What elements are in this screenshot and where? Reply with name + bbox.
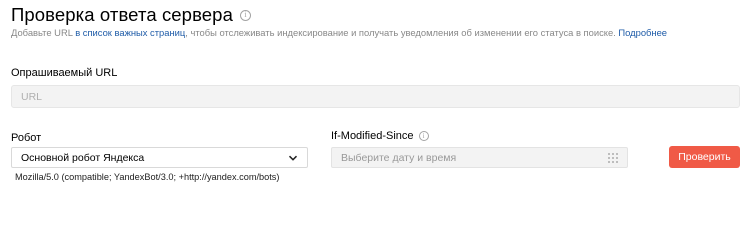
user-agent-string: Mozilla/5.0 (compatible; YandexBot/3.0; … — [15, 172, 280, 182]
info-icon[interactable]: i — [239, 9, 251, 21]
date-time-picker[interactable]: Выберите дату и время — [331, 147, 628, 168]
robot-select[interactable]: Основной робот Яндекса — [11, 147, 308, 168]
more-link[interactable]: Подробнее — [618, 27, 667, 38]
check-button[interactable]: Проверить — [669, 146, 740, 168]
url-input[interactable] — [11, 85, 740, 108]
date-time-placeholder: Выберите дату и время — [341, 151, 457, 164]
page-header: Проверка ответа сервера i — [11, 3, 251, 27]
chevron-down-icon — [288, 155, 298, 161]
subtitle-text: Добавьте URL — [11, 27, 76, 38]
url-field-label: Опрашиваемый URL — [11, 67, 118, 79]
robot-select-value: Основной робот Яндекса — [21, 151, 145, 164]
info-icon[interactable]: i — [418, 131, 429, 141]
page-subtitle: Добавьте URL в список важных страниц, чт… — [11, 27, 667, 38]
robot-label: Робот — [11, 132, 42, 144]
calendar-icon — [608, 153, 618, 163]
subtitle-text-middle: , чтобы отслеживать индексирование и пол… — [185, 27, 619, 38]
important-pages-link[interactable]: в список важных страниц — [75, 27, 185, 38]
if-modified-since-label-row: If-Modified-Since i — [331, 130, 429, 142]
page-title: Проверка ответа сервера — [11, 4, 233, 25]
if-modified-since-label: If-Modified-Since — [331, 130, 414, 142]
